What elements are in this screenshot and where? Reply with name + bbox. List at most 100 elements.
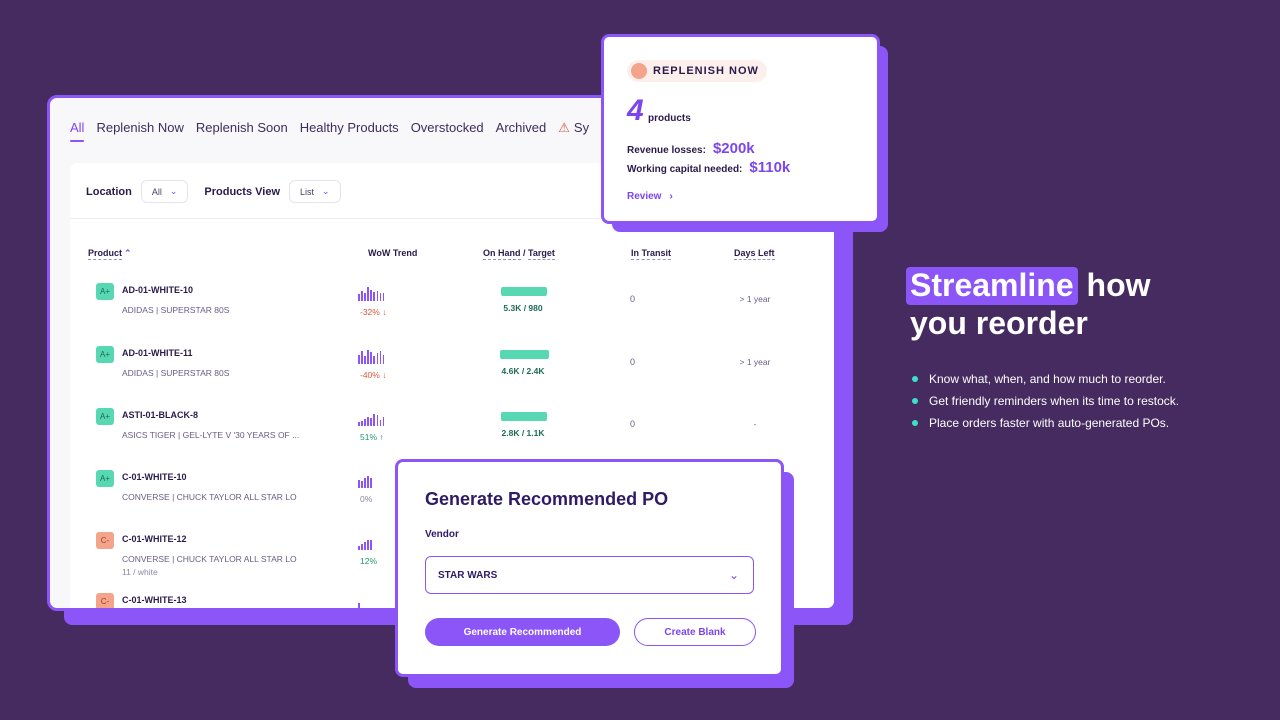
wow-sparkline <box>358 287 392 301</box>
chevron-down-icon: ⌄ <box>728 568 739 582</box>
feature-text: Know what, when, and how much to reorder… <box>929 372 1166 386</box>
wow-sparkline <box>358 412 392 426</box>
product-name: CONVERSE | CHUCK TAYLOR ALL STAR LO <box>122 554 297 564</box>
tab-label: Replenish Soon <box>195 120 288 135</box>
column-header-product[interactable]: Product ⌃ <box>88 248 132 260</box>
product-name: ADIDAS | SUPERSTAR 80S <box>122 305 230 315</box>
table-row[interactable]: A+ AD-01-WHITE-10 ADIDAS | SUPERSTAR 80S -3… <box>70 283 834 343</box>
product-sku: C-01-WHITE-12 <box>122 534 187 544</box>
header-label: WoW Trend <box>368 248 418 258</box>
grade-badge: C- <box>96 593 114 608</box>
sparkline-bar <box>361 291 363 301</box>
vendor-select[interactable]: STAR WARS ⌄ <box>425 556 754 594</box>
table-row[interactable]: A+ AD-01-WHITE-11 ADIDAS | SUPERSTAR 80S -4… <box>70 346 834 406</box>
generate-recommended-button[interactable]: Generate Recommended <box>425 618 620 646</box>
on-hand-bar <box>500 350 549 359</box>
tab-label: Healthy Products <box>299 120 399 135</box>
tab-replenish-soon[interactable]: Replenish Soon <box>196 120 288 142</box>
sparkline-bar <box>370 290 372 301</box>
wow-sparkline <box>358 350 392 364</box>
header-label: Target <box>528 248 555 260</box>
product-count-unit: products <box>648 113 691 124</box>
sparkline-bar <box>382 417 385 426</box>
feature-text: Place orders faster with auto-generated … <box>929 416 1170 430</box>
products-view-select[interactable]: List ⌄ <box>289 180 341 203</box>
generate-po-modal: Generate Recommended PO Vendor STAR WARS… <box>395 459 784 677</box>
grade-badge: A+ <box>96 408 114 425</box>
working-capital-value: $110k <box>749 159 791 176</box>
product-name: ADIDAS | SUPERSTAR 80S <box>122 368 230 378</box>
create-blank-button[interactable]: Create Blank <box>634 618 756 646</box>
location-value: All <box>151 186 162 197</box>
days-left-value: > 1 year <box>739 357 771 367</box>
sparkline-bar <box>382 293 385 301</box>
tab-replenish-now[interactable]: Replenish Now <box>96 120 183 142</box>
status-dot-icon <box>631 63 647 79</box>
headline: Streamline how you reorder <box>906 266 1151 342</box>
grade-badge: C- <box>96 532 114 549</box>
header-label: On Hand <box>483 248 521 260</box>
product-sku: AD-01-WHITE-11 <box>122 348 193 358</box>
on-hand-target-value: 5.3K / 980 <box>503 303 543 313</box>
bullet-dot-icon <box>912 420 918 426</box>
location-select[interactable]: All ⌄ <box>140 180 189 203</box>
wow-trend-value: 12% <box>360 556 378 566</box>
feature-text: Get friendly reminders when its time to … <box>929 394 1180 408</box>
vendor-label: Vendor <box>425 529 459 540</box>
bullet-dot-icon <box>912 398 918 404</box>
wow-trend-value: 51% ↑ <box>360 432 384 442</box>
days-left-value: > 1 year <box>739 294 771 304</box>
on-hand-bar <box>501 412 547 421</box>
sparkline-bar <box>370 540 372 550</box>
in-transit-value: 0 <box>630 294 636 304</box>
column-header-on-hand-target[interactable]: On Hand / Target <box>483 248 555 260</box>
sparkline-bar <box>376 415 379 426</box>
header-separator: / <box>520 248 529 258</box>
sparkline-bar <box>367 476 369 488</box>
sparkline-bar <box>373 356 376 364</box>
sparkline-bar <box>376 291 379 301</box>
header-label: In Transit <box>631 248 672 260</box>
sparkline-bar <box>358 480 360 488</box>
tab-sync[interactable]: ⚠ Sy <box>558 120 589 142</box>
column-header-days-left[interactable]: Days Left <box>734 248 775 260</box>
product-sku: C-01-WHITE-13 <box>122 595 187 605</box>
badge-label: REPLENISH NOW <box>653 65 759 77</box>
review-link[interactable]: Review › <box>627 191 673 202</box>
working-capital-label: Working capital needed: <box>627 164 743 175</box>
sparkline-bar <box>382 355 385 364</box>
tab-archived[interactable]: Archived <box>496 120 547 142</box>
sparkline-bar <box>361 544 363 550</box>
sparkline-bar <box>373 414 376 426</box>
sparkline-bar <box>361 481 363 488</box>
in-transit-value: 0 <box>630 357 636 367</box>
product-sku: ASTI-01-BLACK-8 <box>122 410 199 420</box>
sparkline-bar <box>358 603 360 608</box>
location-label: Location <box>86 185 132 198</box>
sparkline-bar <box>358 422 360 426</box>
headline-highlight: Streamline <box>906 267 1078 305</box>
sparkline-bar <box>358 546 360 550</box>
wow-sparkline <box>358 474 392 488</box>
review-label: Review <box>627 191 662 202</box>
headline-text-line-2: you reorder <box>910 305 1088 341</box>
sparkline-bar <box>373 292 376 301</box>
sparkline-bar <box>367 287 369 301</box>
on-hand-bar <box>501 287 547 296</box>
sparkline-bar <box>364 542 366 550</box>
header-label: Days Left <box>734 248 775 260</box>
grade-badge: A+ <box>96 470 114 487</box>
headline-text: how <box>1077 267 1151 303</box>
sparkline-bar <box>379 351 382 364</box>
tab-overstocked[interactable]: Overstocked <box>411 120 484 142</box>
column-header-in-transit[interactable]: In Transit <box>631 248 672 260</box>
working-capital: Working capital needed: $110k <box>627 159 790 176</box>
tab-healthy-products[interactable]: Healthy Products <box>300 120 399 142</box>
sparkline-bar <box>376 353 379 364</box>
sparkline-bar <box>379 293 382 301</box>
warning-icon: ⚠ <box>558 120 570 135</box>
tab-label: Replenish Now <box>96 120 184 135</box>
product-sku: C-01-WHITE-10 <box>122 472 187 482</box>
tab-all[interactable]: All <box>70 120 85 142</box>
sort-ascending-icon: ⌃ <box>124 248 132 258</box>
